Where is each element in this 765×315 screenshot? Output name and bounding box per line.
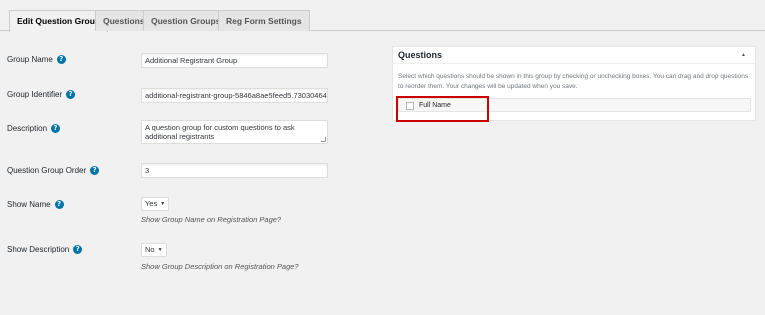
collapse-arrow-icon[interactable]: ▲ bbox=[741, 47, 746, 64]
tab-question-groups[interactable]: Question Groups bbox=[143, 10, 229, 31]
description-label: Description bbox=[7, 124, 48, 133]
show-name-select[interactable]: Yes ▼ bbox=[141, 197, 170, 211]
group-identifier-label: Group Identifier bbox=[7, 90, 63, 99]
tab-bar: Edit Question Group Questions Question G… bbox=[0, 0, 765, 32]
dropdown-caret-icon: ▼ bbox=[160, 201, 166, 207]
description-text: A question group for custom questions to… bbox=[145, 123, 295, 141]
show-name-label: Show Name bbox=[7, 200, 51, 209]
group-name-input[interactable]: Additional Registrant Group bbox=[141, 53, 328, 68]
resize-handle-icon[interactable] bbox=[321, 137, 326, 142]
dropdown-caret-icon: ▼ bbox=[157, 247, 163, 253]
tab-edit-question-group[interactable]: Edit Question Group bbox=[9, 10, 109, 32]
description-textarea[interactable]: A question group for custom questions to… bbox=[141, 120, 328, 144]
show-description-row: Show Description ? bbox=[7, 245, 83, 254]
help-icon[interactable]: ? bbox=[90, 166, 100, 175]
help-icon[interactable]: ? bbox=[56, 55, 66, 64]
show-name-hint: Show Group Name on Registration Page? bbox=[141, 215, 282, 224]
help-icon[interactable]: ? bbox=[66, 90, 76, 99]
show-name-value: Yes bbox=[145, 199, 158, 208]
questions-box-header[interactable]: Questions ▲ bbox=[393, 47, 755, 64]
show-description-hint: Show Group Description on Registration P… bbox=[141, 262, 299, 271]
show-description-label: Show Description bbox=[7, 245, 70, 254]
group-identifier-row: Group Identifier ? bbox=[7, 90, 76, 99]
order-label: Question Group Order bbox=[7, 166, 87, 175]
description-row: Description ? bbox=[7, 124, 61, 133]
tab-reg-form-settings[interactable]: Reg Form Settings bbox=[218, 10, 310, 31]
order-row: Question Group Order ? bbox=[7, 166, 100, 175]
group-identifier-input[interactable]: additional-registrant-group-5846a8ae5fee… bbox=[141, 88, 328, 103]
show-name-row: Show Name ? bbox=[7, 200, 64, 209]
questions-box-title: Questions bbox=[398, 50, 443, 60]
show-description-select[interactable]: No ▼ bbox=[141, 243, 167, 257]
group-name-label: Group Name bbox=[7, 55, 53, 64]
help-icon[interactable]: ? bbox=[73, 245, 83, 254]
questions-box-description: Select which questions should be shown i… bbox=[398, 73, 749, 90]
help-icon[interactable]: ? bbox=[51, 124, 61, 133]
group-name-row: Group Name ? bbox=[7, 55, 66, 64]
order-input[interactable]: 3 bbox=[141, 163, 328, 178]
show-description-value: No bbox=[145, 245, 155, 254]
highlight-box bbox=[396, 96, 489, 122]
help-icon[interactable]: ? bbox=[54, 200, 64, 209]
